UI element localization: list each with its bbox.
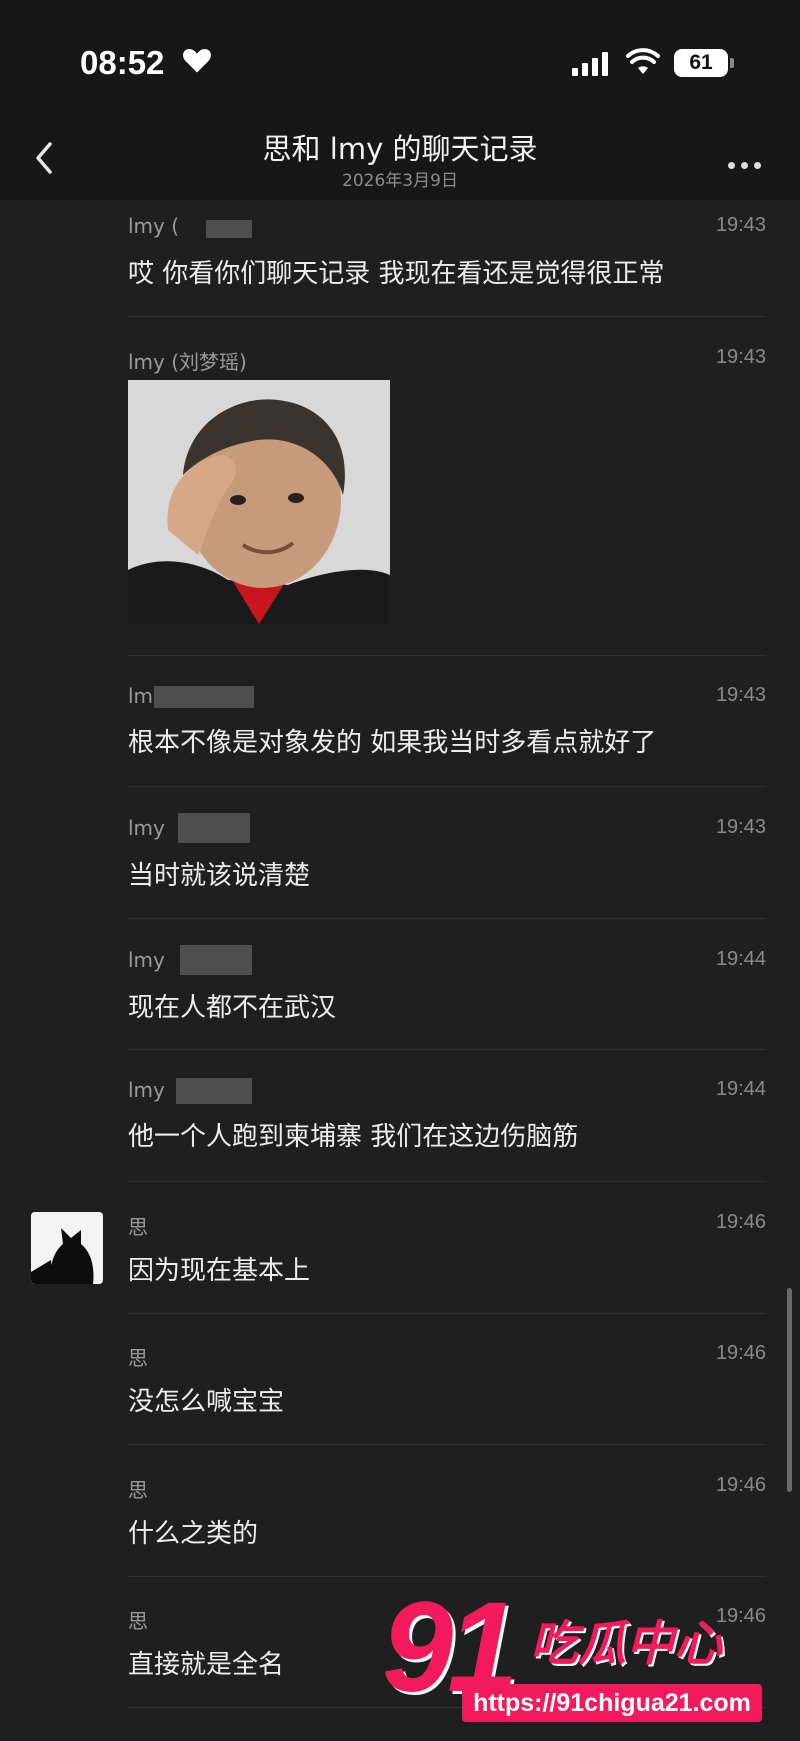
- message-item[interactable]: lmy 19:44 现在人都不在武汉: [0, 919, 800, 1050]
- message-item[interactable]: 思 19:46 没怎么喊宝宝: [0, 1314, 800, 1445]
- status-time: 08:52: [80, 44, 165, 81]
- message-time: 19:43: [715, 684, 766, 706]
- message-sender: 思: [128, 1478, 148, 1502]
- battery-cap: [730, 58, 734, 68]
- signal-icon: [572, 52, 612, 76]
- message-item[interactable]: lmy 19:44 他一个人跑到柬埔寨 我们在这边伤脑筋: [0, 1050, 800, 1182]
- message-text: 因为现在基本上: [128, 1256, 311, 1286]
- message-item[interactable]: lmy 19:43 当时就该说清楚: [0, 787, 800, 919]
- battery-indicator: 61: [674, 49, 728, 77]
- message-sender: lmy: [128, 948, 165, 972]
- message-time: 19:46: [715, 1342, 766, 1364]
- message-time: 19:43: [715, 346, 766, 368]
- message-text: 直接就是全名: [128, 1650, 285, 1680]
- message-item[interactable]: lmy (刘梦瑶) 19:43: [0, 317, 800, 656]
- message-text: 他一个人跑到柬埔寨 我们在这边伤脑筋: [128, 1122, 579, 1152]
- privacy-mosaic: [180, 945, 252, 975]
- wifi-icon: [626, 48, 660, 74]
- message-item[interactable]: lmy ( 19:43 哎 你看你们聊天记录 我现在看还是觉得很正常: [0, 200, 800, 317]
- message-sender: lmy: [128, 816, 165, 840]
- page-date: 2026年3月9日: [342, 171, 458, 191]
- message-image[interactable]: [128, 380, 390, 624]
- privacy-mosaic: [178, 813, 250, 843]
- message-sender: lm: [128, 684, 154, 708]
- message-sender: 思: [128, 1609, 148, 1633]
- message-text: 什么之类的: [128, 1519, 259, 1549]
- message-time: 19:43: [715, 816, 766, 838]
- message-sender: lmy (刘梦瑶): [128, 350, 247, 374]
- message-item[interactable]: lm 19:43 根本不像是对象发的 如果我当时多看点就好了: [0, 656, 800, 787]
- heart-icon: [183, 48, 211, 73]
- scrollbar[interactable]: [787, 1288, 792, 1492]
- privacy-mosaic: [206, 220, 252, 238]
- message-text: 根本不像是对象发的 如果我当时多看点就好了: [128, 728, 657, 758]
- chat-header: 思和 lmy 的聊天记录 2026年3月9日: [0, 120, 800, 200]
- message-text: 现在人都不在武汉: [128, 993, 337, 1023]
- message-time: 19:43: [715, 214, 766, 236]
- message-time: 19:44: [715, 1078, 766, 1100]
- message-text: 没怎么喊宝宝: [128, 1387, 285, 1417]
- message-sender: lmy (: [128, 214, 180, 238]
- watermark-url: https://91chigua21.com: [462, 1684, 762, 1722]
- message-time: 19:46: [715, 1211, 766, 1233]
- watermark-brand: 吃瓜中心: [530, 1616, 723, 1672]
- message-item[interactable]: 思 19:46 什么之类的: [0, 1445, 800, 1577]
- message-text: 哎 你看你们聊天记录 我现在看还是觉得很正常: [128, 259, 665, 289]
- message-sender: 思: [128, 1346, 148, 1370]
- status-bar: 08:52 61: [0, 0, 800, 120]
- page-title: 思和 lmy 的聊天记录: [262, 132, 538, 166]
- more-options-icon[interactable]: [728, 154, 767, 173]
- message-sender: lmy: [128, 1078, 165, 1102]
- message-item[interactable]: 思 19:46 因为现在基本上: [0, 1182, 800, 1314]
- message-time: 19:46: [715, 1605, 766, 1627]
- message-sender: 思: [128, 1215, 148, 1239]
- meme-photo: [128, 380, 390, 624]
- privacy-mosaic: [154, 686, 254, 708]
- message-text: 当时就该说清楚: [128, 861, 311, 891]
- message-time: 19:46: [715, 1474, 766, 1496]
- message-time: 19:44: [715, 948, 766, 970]
- privacy-mosaic: [176, 1078, 252, 1104]
